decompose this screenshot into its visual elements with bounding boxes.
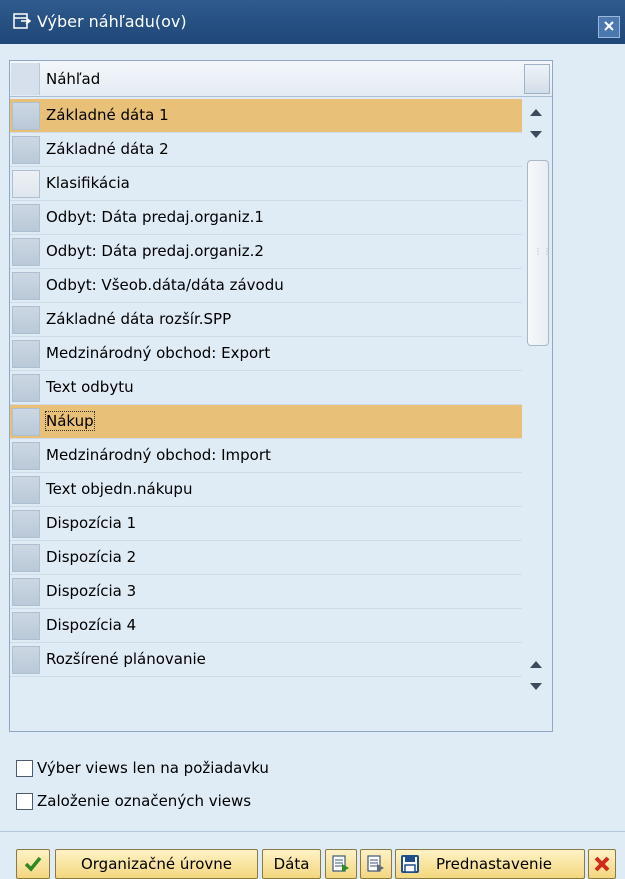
row-label: Dispozícia 1 xyxy=(46,514,137,532)
data-label: Dáta xyxy=(273,855,310,873)
row-label: Rozšírené plánovanie xyxy=(46,650,206,668)
org-levels-label: Organizačné úrovne xyxy=(80,855,233,873)
save-icon xyxy=(400,854,420,874)
row-selector[interactable] xyxy=(12,612,40,640)
row-label: Medzinárodný obchod: Export xyxy=(46,344,271,362)
views-on-request-checkbox[interactable] xyxy=(16,759,33,777)
scroll-up-icon[interactable] xyxy=(530,661,542,668)
table-row[interactable]: Základné dáta rozšír.SPP xyxy=(10,303,522,337)
dialog-toolbar: Organizačné úrovne Dáta Prednastavenie xyxy=(0,831,625,879)
table-row[interactable]: Rozšírené plánovanie xyxy=(10,643,522,677)
table-row[interactable]: Dispozícia 2 xyxy=(10,541,522,575)
checkmark-icon xyxy=(23,854,43,874)
row-selector[interactable] xyxy=(12,408,40,436)
row-label: Klasifikácia xyxy=(46,174,130,192)
row-label: Dispozícia 2 xyxy=(46,548,137,566)
row-selector[interactable] xyxy=(12,170,40,198)
vertical-scrollbar[interactable]: ⋮⋮ xyxy=(524,99,552,729)
row-label: Dispozícia 4 xyxy=(46,616,137,634)
table-row[interactable]: Medzinárodný obchod: Import xyxy=(10,439,522,473)
table-row[interactable]: Základné dáta 2 xyxy=(10,133,522,167)
deselect-all-button[interactable] xyxy=(360,849,392,879)
default-settings-button[interactable]: Prednastavenie xyxy=(395,849,585,879)
row-selector[interactable] xyxy=(12,306,40,334)
row-selector[interactable] xyxy=(12,238,40,266)
row-label: Základné dáta 2 xyxy=(46,140,169,158)
views-on-request-label: Výber views len na požiadavku xyxy=(37,759,269,777)
deselect-all-icon xyxy=(366,854,386,874)
views-table: Náhľad Základné dáta 1 Základné dáta 2 K… xyxy=(9,60,553,732)
row-selector[interactable] xyxy=(12,544,40,572)
dialog-title-bar: Výber náhľadu(ov) xyxy=(0,0,625,44)
row-selector[interactable] xyxy=(12,442,40,470)
views-on-request-option[interactable]: Výber views len na požiadavku xyxy=(16,757,269,779)
row-label: Text odbytu xyxy=(46,378,134,396)
row-label: Text objedn.nákupu xyxy=(46,480,193,498)
scroll-page-down-icon[interactable] xyxy=(530,683,542,690)
select-all-rows-cell[interactable] xyxy=(11,63,40,95)
close-button[interactable] xyxy=(598,16,620,38)
table-row[interactable]: Medzinárodný obchod: Export xyxy=(10,337,522,371)
dialog-title: Výber náhľadu(ov) xyxy=(37,12,187,31)
close-icon xyxy=(603,18,615,36)
row-selector[interactable] xyxy=(12,646,40,674)
row-selector[interactable] xyxy=(12,476,40,504)
row-selector[interactable] xyxy=(12,204,40,232)
table-row[interactable]: Dispozícia 3 xyxy=(10,575,522,609)
row-label: Nákup xyxy=(45,411,95,431)
table-row[interactable]: Dispozícia 4 xyxy=(10,609,522,643)
select-view-icon xyxy=(12,11,32,31)
table-row[interactable]: Text objedn.nákupu xyxy=(10,473,522,507)
dialog-body: Náhľad Základné dáta 1 Základné dáta 2 K… xyxy=(0,44,625,831)
create-marked-views-checkbox[interactable] xyxy=(16,792,33,810)
table-row[interactable]: Základné dáta 1 xyxy=(10,99,522,133)
table-row[interactable]: Odbyt: Dáta predaj.organiz.1 xyxy=(10,201,522,235)
scroll-down-icon[interactable] xyxy=(530,131,542,138)
table-row[interactable]: Odbyt: Dáta predaj.organiz.2 xyxy=(10,235,522,269)
cancel-button[interactable] xyxy=(588,849,616,879)
row-label: Základné dáta 1 xyxy=(46,106,169,124)
row-selector[interactable] xyxy=(12,340,40,368)
row-label: Medzinárodný obchod: Import xyxy=(46,446,271,464)
row-label: Základné dáta rozšír.SPP xyxy=(46,310,232,328)
table-row[interactable]: Odbyt: Všeob.dáta/dáta závodu xyxy=(10,269,522,303)
default-settings-label: Prednastavenie xyxy=(436,855,552,873)
create-marked-views-label: Založenie označených views xyxy=(37,792,252,810)
scroll-page-up-icon[interactable] xyxy=(530,109,542,116)
table-row[interactable]: Nákup xyxy=(10,405,522,439)
confirm-button[interactable] xyxy=(16,849,50,879)
table-row[interactable]: Text odbytu xyxy=(10,371,522,405)
column-header-view[interactable]: Náhľad xyxy=(46,70,100,88)
create-marked-views-option[interactable]: Založenie označených views xyxy=(16,790,251,812)
grip-icon: ⋮⋮ xyxy=(534,247,552,256)
row-selector[interactable] xyxy=(12,136,40,164)
row-selector[interactable] xyxy=(12,578,40,606)
row-selector[interactable] xyxy=(12,374,40,402)
cancel-x-icon xyxy=(594,856,610,872)
select-all-button[interactable] xyxy=(325,849,357,879)
table-settings-button[interactable] xyxy=(524,64,550,94)
row-label: Dispozícia 3 xyxy=(46,582,137,600)
table-header: Náhľad xyxy=(10,61,552,97)
row-selector[interactable] xyxy=(12,272,40,300)
row-selector[interactable] xyxy=(12,102,40,130)
row-label: Odbyt: Všeob.dáta/dáta závodu xyxy=(46,276,284,294)
select-all-icon xyxy=(331,854,351,874)
row-label: Odbyt: Dáta predaj.organiz.2 xyxy=(46,242,264,260)
row-selector[interactable] xyxy=(12,510,40,538)
org-levels-button[interactable]: Organizačné úrovne xyxy=(55,849,258,879)
table-row[interactable]: Dispozícia 1 xyxy=(10,507,522,541)
scrollbar-thumb[interactable]: ⋮⋮ xyxy=(527,160,552,346)
row-label: Odbyt: Dáta predaj.organiz.1 xyxy=(46,208,264,226)
table-row[interactable]: Klasifikácia xyxy=(10,167,522,201)
data-button[interactable]: Dáta xyxy=(262,849,321,879)
